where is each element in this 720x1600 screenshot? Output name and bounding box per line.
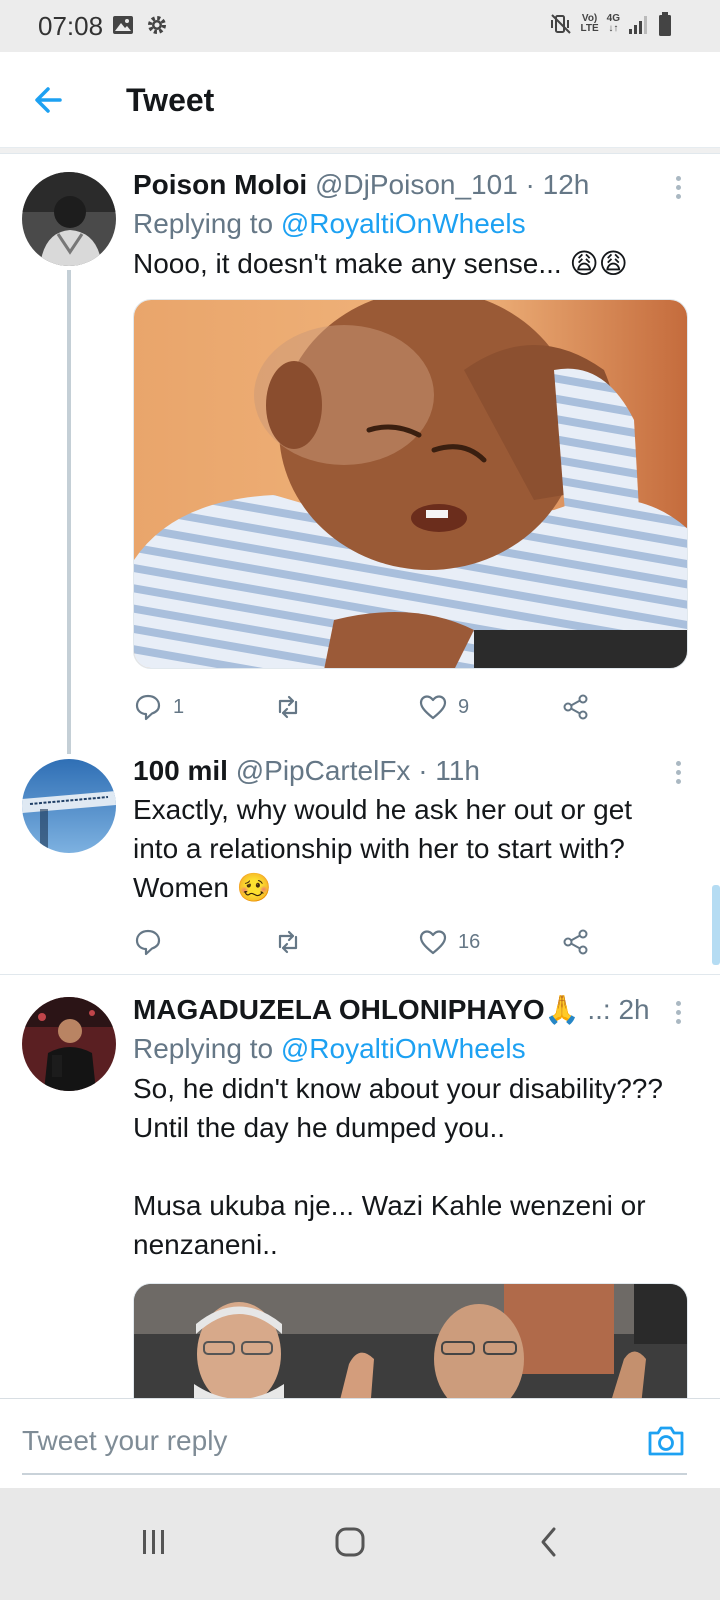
like-count: 16: [458, 930, 481, 953]
status-time: 07:08: [38, 11, 104, 41]
tweet-content: MAGADUZELA OHLONIPHAYO🙏 ..: 2h Replying …: [133, 993, 700, 1264]
author-handle-time: @PipCartelFx · 11h: [235, 755, 480, 786]
arrow-left-icon: [35, 87, 62, 113]
tweet-media[interactable]: [133, 1283, 688, 1398]
tweet-text-line: nenzaneni..: [133, 1229, 278, 1260]
back-icon: [541, 1527, 556, 1557]
tweet-item[interactable]: 100 mil @PipCartelFx · 11h Exactly, why …: [0, 754, 720, 974]
mention-link[interactable]: @RoyaltiOnWheels: [281, 1033, 526, 1064]
tweet-text-line: Until the day he dumped you..: [133, 1112, 506, 1143]
heart-icon: [419, 695, 447, 720]
tweet-actions: 1 9: [133, 687, 613, 727]
share-icon: [563, 694, 588, 720]
retweet-icon: [278, 695, 298, 719]
reply-button[interactable]: [133, 922, 163, 962]
image-icon: [113, 16, 133, 34]
home-icon: [335, 1527, 365, 1557]
tweet-content: Poison Moloi @DjPoison_101 · 12h Replyin…: [133, 168, 700, 283]
tweet-text-blank-line: [133, 1147, 700, 1186]
author-name[interactable]: 100 mil: [133, 755, 228, 786]
replying-to: Replying to @RoyaltiOnWheels: [133, 1031, 700, 1067]
avatar[interactable]: [22, 172, 116, 266]
reply-count: 1: [173, 695, 185, 718]
replying-to: Replying to @RoyaltiOnWheels: [133, 206, 700, 242]
replying-to-label: Replying to: [133, 208, 274, 239]
toddler-photo: [134, 300, 687, 668]
battery-icon: [659, 12, 671, 36]
tweet-item[interactable]: Poison Moloi @DjPoison_101 · 12h Replyin…: [0, 154, 720, 754]
tweet-header: MAGADUZELA OHLONIPHAYO🙏 ..: 2h: [133, 993, 700, 1027]
tweet-header: Poison Moloi @DjPoison_101 · 12h: [133, 168, 700, 202]
more-options-button[interactable]: [666, 757, 690, 791]
mention-link[interactable]: @RoyaltiOnWheels: [281, 208, 526, 239]
avatar-image: [22, 172, 116, 266]
clapping-men-photo: [134, 1284, 687, 1398]
reply-icon: [135, 694, 161, 721]
home-button[interactable]: [320, 1512, 380, 1572]
avatar[interactable]: [22, 759, 116, 853]
signal-icon: [629, 16, 647, 34]
data-indicator: 4G ↓↑: [606, 13, 620, 34]
recent-apps-button[interactable]: [124, 1512, 184, 1572]
share-button[interactable]: [561, 687, 591, 727]
reply-icon: [135, 929, 161, 956]
tweet-text-line: So, he didn't know about your disability…: [133, 1073, 663, 1104]
scrollbar-thumb[interactable]: [712, 885, 720, 965]
volte-indicator: Vo) LTE: [580, 13, 599, 34]
share-button[interactable]: [561, 922, 591, 962]
heart-icon: [419, 930, 447, 955]
tweet-text-line: Exactly, why would he ask her out or get: [133, 794, 633, 825]
avatar[interactable]: [22, 997, 116, 1091]
mute-vibrate-icon: [550, 14, 571, 34]
more-options-button[interactable]: [666, 997, 690, 1031]
tweet-actions: 16: [133, 922, 613, 962]
like-count: 9: [458, 695, 470, 718]
gear-icon: [148, 16, 166, 34]
author-name[interactable]: MAGADUZELA OHLONIPHAYO🙏: [133, 994, 580, 1025]
tweet-text-line: Musa ukuba nje... Wazi Kahle wenzeni or: [133, 1190, 646, 1221]
recent-apps-icon: [143, 1530, 164, 1554]
author-handle-time: ..: 2h: [587, 994, 650, 1025]
retweet-button[interactable]: [273, 922, 303, 962]
avatar-image: [22, 759, 116, 853]
like-button[interactable]: 9: [418, 687, 469, 727]
tweet-text: So, he didn't know about your disability…: [133, 1069, 700, 1264]
reply-input[interactable]: [22, 1421, 662, 1461]
reply-composer-bar: [0, 1398, 720, 1486]
tweet-media[interactable]: [133, 299, 688, 669]
tweet-text-line: Women 🥴: [133, 872, 272, 903]
status-right-icons: Vo) LTE 4G ↓↑: [549, 12, 673, 36]
share-icon: [563, 929, 588, 955]
more-options-button[interactable]: [666, 172, 690, 206]
status-bar: 07:08 Vo) LTE 4G ↓↑: [0, 0, 720, 52]
retweet-button[interactable]: [273, 687, 303, 727]
tweet-content: 100 mil @PipCartelFx · 11h Exactly, why …: [133, 754, 700, 907]
tweet-text-line: into a relationship with her to start wi…: [133, 833, 625, 864]
retweet-icon: [278, 930, 298, 954]
camera-icon: [648, 1426, 684, 1456]
back-button[interactable]: [30, 80, 70, 120]
reply-button[interactable]: 1: [133, 687, 184, 727]
nav-back-button[interactable]: [520, 1512, 580, 1572]
tweet-text: Exactly, why would he ask her out or get…: [133, 790, 700, 907]
author-name[interactable]: Poison Moloi: [133, 169, 307, 200]
reply-input-underline: [22, 1473, 687, 1475]
thread-line: [67, 270, 71, 754]
system-nav-bar: [0, 1488, 720, 1600]
status-left-icons: [112, 14, 168, 36]
like-button[interactable]: 16: [418, 922, 480, 962]
replying-to-label: Replying to: [133, 1033, 274, 1064]
tweet-item[interactable]: MAGADUZELA OHLONIPHAYO🙏 ..: 2h Replying …: [0, 975, 720, 1398]
tweet-header: 100 mil @PipCartelFx · 11h: [133, 754, 700, 788]
avatar-image: [22, 997, 116, 1091]
author-handle-time: @DjPoison_101 · 12h: [315, 169, 590, 200]
camera-button[interactable]: [646, 1421, 686, 1461]
top-app-bar: Tweet: [0, 52, 720, 148]
page-title: Tweet: [126, 82, 215, 118]
tweet-text: Nooo, it doesn't make any sense... 😩😩: [133, 248, 628, 279]
